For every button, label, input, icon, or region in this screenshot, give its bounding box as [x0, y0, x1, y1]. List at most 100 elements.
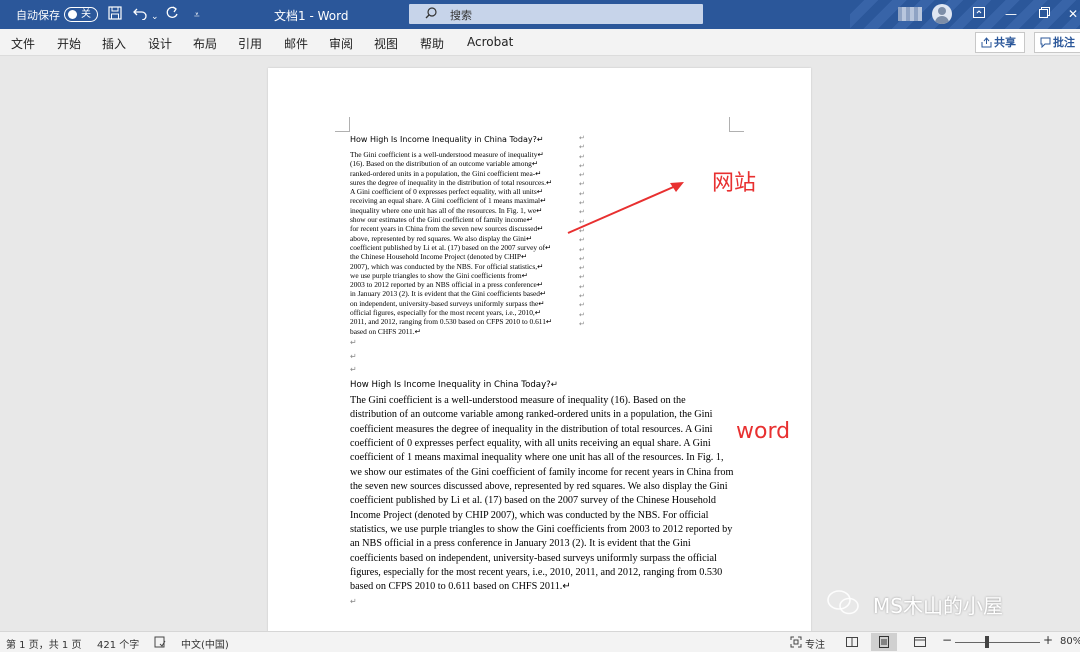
zoom-slider-thumb[interactable]: [985, 636, 989, 648]
paragraph-pasted-from-website: The Gini coefficient is a well-understoo…: [350, 150, 552, 336]
search-box[interactable]: 搜索: [409, 4, 703, 24]
web-layout-icon[interactable]: [914, 636, 926, 648]
text-line: based on CHFS 2011.↵: [350, 326, 421, 336]
autosave-toggle[interactable]: 关: [64, 7, 98, 22]
text-line: on independent, university-based surveys…: [350, 298, 545, 308]
text-line: (16). Based on the distribution of an ou…: [350, 159, 539, 169]
focus-label[interactable]: 专注: [805, 636, 825, 651]
margin-corner-right: [729, 117, 744, 132]
paragraph-mark: ↵: [579, 273, 585, 282]
wechat-icon: [827, 590, 859, 615]
ribbon-tabs: 文件 开始 插入 设计 布局 引用 邮件 审阅 视图 帮助 Acrobat 共享…: [0, 29, 1080, 56]
tab-home[interactable]: 开始: [57, 35, 81, 52]
text-line: statistics, we use purple triangles to s…: [350, 524, 733, 536]
autosave-state: 关: [81, 9, 91, 20]
tab-design[interactable]: 设计: [148, 35, 172, 52]
customize-qat-icon[interactable]: ⩡: [194, 8, 200, 24]
language-indicator[interactable]: 中文(中国): [181, 636, 229, 651]
heading-pasted-from-word: How High Is Income Inequality in China T…: [350, 380, 558, 390]
comment-icon: [1040, 37, 1051, 48]
paragraph-mark: ↵: [579, 301, 585, 310]
empty-paragraph: ↵: [350, 338, 357, 347]
text-line: ranked-ordered units in a population, th…: [350, 168, 542, 178]
text-line: official figures, especially for the mos…: [350, 308, 541, 318]
paragraph-pasted-from-word: The Gini coefficient is a well-understoo…: [350, 394, 733, 595]
word-annotation: word: [736, 419, 791, 444]
annotation-arrow: [567, 182, 684, 234]
paragraph-mark: ↵: [579, 245, 585, 254]
autosave-label: 自动保存: [16, 9, 60, 22]
save-icon[interactable]: [108, 6, 122, 24]
title-bar: 自动保存 关 ⌄ ⩡ 文档1 - Word 搜索 — ✕: [0, 0, 1080, 29]
paragraph-mark: ↵: [579, 310, 585, 319]
undo-icon[interactable]: [133, 6, 149, 24]
comments-button[interactable]: 批注: [1034, 32, 1080, 53]
text-line: The Gini coefficient is a well-understoo…: [350, 150, 544, 159]
page-count[interactable]: 第 1 页，共 1 页: [6, 636, 81, 651]
read-mode-icon[interactable]: [846, 636, 858, 648]
text-line: the Chinese Household Income Project (de…: [350, 252, 528, 262]
tab-file[interactable]: 文件: [11, 35, 35, 52]
text-line: based on CFPS 2010 to 0.611 based on CHF…: [350, 581, 571, 593]
paragraph-mark: ↵: [579, 161, 585, 170]
tab-layout[interactable]: 布局: [193, 35, 217, 52]
close-icon[interactable]: ✕: [1062, 4, 1080, 24]
comment-label: 批注: [1053, 36, 1075, 49]
text-line: in January 2013 (2). It is evident that …: [350, 289, 547, 299]
text-line: sures the degree of inequality in the di…: [350, 177, 553, 187]
text-line: coefficient published by Li et al. (17) …: [350, 495, 716, 507]
empty-paragraph: ↵: [350, 352, 357, 361]
ribbon-display-icon[interactable]: [968, 4, 990, 24]
paragraph-mark: ↵: [579, 319, 585, 328]
text-line: we use purple triangles to show the Gini…: [350, 270, 528, 280]
text-line: receiving an equal share. A Gini coeffic…: [350, 196, 547, 206]
focus-icon[interactable]: [790, 636, 802, 648]
tab-acrobat[interactable]: Acrobat: [467, 35, 513, 49]
avatar-head: [938, 7, 946, 15]
empty-paragraph: ↵: [350, 597, 357, 606]
text-line: inequality where one unit has all of the…: [350, 205, 543, 215]
tab-view[interactable]: 视图: [374, 35, 398, 52]
text-line: the seven new sources discussed above, r…: [350, 481, 728, 493]
undo-dropdown-icon[interactable]: ⌄: [151, 9, 159, 25]
minimize-icon[interactable]: —: [1000, 4, 1022, 24]
restore-icon[interactable]: [1033, 4, 1055, 24]
tab-references[interactable]: 引用: [238, 35, 262, 52]
empty-paragraph-cursor: ↵: [350, 365, 357, 374]
text-line: 2003 to 2012 reported by an NBS official…: [350, 280, 544, 290]
text-line: coefficient measures the degree of inequ…: [350, 423, 713, 435]
share-icon: [981, 37, 992, 48]
paragraph-mark: ↵: [579, 292, 585, 301]
paragraph-mark: ↵: [579, 282, 585, 291]
search-placeholder: 搜索: [450, 9, 472, 22]
tab-mailings[interactable]: 邮件: [284, 35, 308, 52]
text-line: 2007), which was conducted by the NBS. F…: [350, 261, 544, 271]
share-button[interactable]: 共享: [975, 32, 1025, 53]
text-line: figures, especially for the most recent …: [350, 567, 723, 579]
tab-help[interactable]: 帮助: [420, 35, 444, 52]
website-annotation: 网站: [712, 171, 757, 196]
zoom-in-button[interactable]: +: [1043, 633, 1053, 647]
search-icon: [425, 7, 437, 19]
text-line: for recent years in China from the seven…: [350, 224, 544, 234]
print-layout-icon[interactable]: [871, 633, 897, 651]
zoom-level[interactable]: 80%: [1060, 636, 1080, 647]
paragraph-mark: ↵: [579, 264, 585, 273]
zoom-slider[interactable]: [955, 642, 1040, 643]
text-line: show our estimates of the Gini coefficie…: [350, 215, 533, 225]
word-count[interactable]: 421 个字: [97, 636, 139, 651]
tab-review[interactable]: 审阅: [329, 35, 353, 52]
text-line: we show our estimates of the Gini coeffi…: [350, 466, 734, 478]
text-line: coefficient published by Li et al. (17) …: [350, 242, 552, 252]
text-line: A Gini coefficient of 0 expresses perfec…: [350, 187, 543, 197]
redo-icon[interactable]: [165, 6, 179, 24]
heading-pasted-from-website: How High Is Income Inequality in China T…: [350, 135, 544, 144]
proofing-icon[interactable]: [154, 636, 166, 651]
tab-insert[interactable]: 插入: [102, 35, 126, 52]
document-title: 文档1 - Word: [274, 9, 349, 23]
text-line: The Gini coefficient is a well-understoo…: [350, 395, 686, 406]
text-line: coefficients based on independent, unive…: [350, 552, 717, 564]
avatar[interactable]: [932, 4, 952, 24]
document-page[interactable]: How High Is Income Inequality in China T…: [268, 68, 811, 634]
zoom-out-button[interactable]: −: [942, 633, 952, 647]
